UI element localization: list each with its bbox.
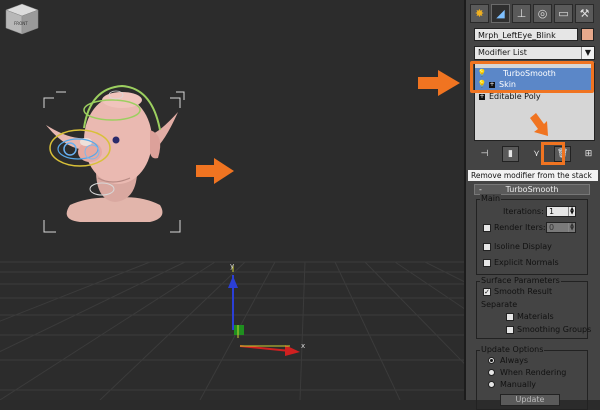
command-panel-tabs: ✸ ◢ ⊥ ◎ ▭ ⚒ <box>470 4 600 24</box>
viewport-scene: x y <box>0 70 464 400</box>
viewcube-icon[interactable]: FRONT <box>0 0 44 40</box>
pointer-arrow-viewport <box>196 158 234 184</box>
update-options-label: Update Options <box>480 345 545 354</box>
elf-head-model[interactable] <box>46 84 178 222</box>
configure-modifier-sets-icon[interactable]: ⊞ <box>580 146 597 162</box>
modify-tab-icon[interactable]: ◢ <box>491 4 510 23</box>
stack-highlight-frame <box>470 61 594 93</box>
utilities-tab-icon[interactable]: ⚒ <box>575 4 594 23</box>
pointer-arrow-remove <box>530 113 548 136</box>
iterations-spinner[interactable]: 1 ▲ ▼ <box>546 206 576 217</box>
always-radio[interactable] <box>488 357 495 364</box>
turbosmooth-rollout: Main Iterations: 1 ▲ ▼ Render Iters: 0 ▲ ▼… <box>474 194 592 410</box>
hierarchy-tab-icon[interactable]: ⊥ <box>512 4 531 23</box>
always-label: Always <box>500 356 529 365</box>
modifier-list-label: Modifier List <box>478 48 527 57</box>
motion-tab-icon[interactable]: ◎ <box>533 4 552 23</box>
show-end-result-icon[interactable]: ▮ <box>502 146 519 162</box>
manually-label: Manually <box>500 380 537 389</box>
perspective-viewport[interactable]: x y FRONT <box>0 0 464 400</box>
when-rendering-radio[interactable] <box>488 369 495 376</box>
create-tab-icon[interactable]: ✸ <box>470 4 489 23</box>
rollout-title-label: TurboSmooth <box>505 185 559 194</box>
materials-checkbox[interactable] <box>506 313 514 321</box>
expand-plus-icon[interactable]: + <box>479 93 485 100</box>
main-group-label: Main <box>480 194 502 203</box>
object-name-row: Mrph_LeftEye_Blink <box>474 28 598 42</box>
explicit-normals-checkbox[interactable] <box>483 259 491 267</box>
render-iters-spinner[interactable]: 0 ▲ ▼ <box>546 222 576 233</box>
spinner-arrows-icon[interactable]: ▲ ▼ <box>568 207 575 216</box>
chevron-down-icon: ▼ <box>581 47 594 59</box>
viewcube-label: FRONT <box>14 21 28 26</box>
remove-button-highlight-frame <box>541 142 565 165</box>
pin-stack-icon[interactable]: ⊣ <box>476 146 493 162</box>
collapse-minus-icon: - <box>479 185 482 194</box>
materials-label: Materials <box>517 312 554 321</box>
when-rendering-label: When Rendering <box>500 368 567 377</box>
axis-y-label: y <box>230 262 234 270</box>
isoline-display-checkbox[interactable] <box>483 243 491 251</box>
smoothing-groups-label: Smoothing Groups <box>517 325 592 334</box>
modifier-list-dropdown[interactable]: Modifier List ▼ <box>474 46 595 60</box>
pointer-arrow-stack <box>418 70 460 96</box>
render-iters-value: 0 <box>549 223 555 232</box>
object-color-swatch[interactable] <box>581 28 594 41</box>
transform-gizmo[interactable] <box>228 265 300 356</box>
render-iters-checkbox[interactable] <box>483 224 491 232</box>
smooth-result-label: Smooth Result <box>494 287 553 296</box>
separate-label: Separate <box>481 300 518 309</box>
smoothing-groups-checkbox[interactable] <box>506 326 514 334</box>
isoline-display-label: Isoline Display <box>494 242 552 251</box>
tooltip: Remove modifier from the stack <box>467 169 599 182</box>
surface-parameters-label: Surface Parameters <box>480 276 561 285</box>
stack-tools-row: ⊣ ▮ ⋎ 🗑 ⊞ <box>476 145 598 163</box>
axis-x-label: x <box>301 342 305 350</box>
iterations-label: Iterations: <box>503 207 544 216</box>
spinner-arrows-icon[interactable]: ▲ ▼ <box>568 223 575 232</box>
smooth-result-checkbox[interactable]: ✓ <box>483 288 491 296</box>
update-button[interactable]: Update <box>500 394 560 406</box>
iterations-value: 1 <box>549 207 555 216</box>
display-tab-icon[interactable]: ▭ <box>554 4 573 23</box>
render-iters-label: Render Iters: <box>494 223 546 232</box>
explicit-normals-label: Explicit Normals <box>494 258 559 267</box>
object-name-field[interactable]: Mrph_LeftEye_Blink <box>474 28 578 41</box>
manually-radio[interactable] <box>488 381 495 388</box>
